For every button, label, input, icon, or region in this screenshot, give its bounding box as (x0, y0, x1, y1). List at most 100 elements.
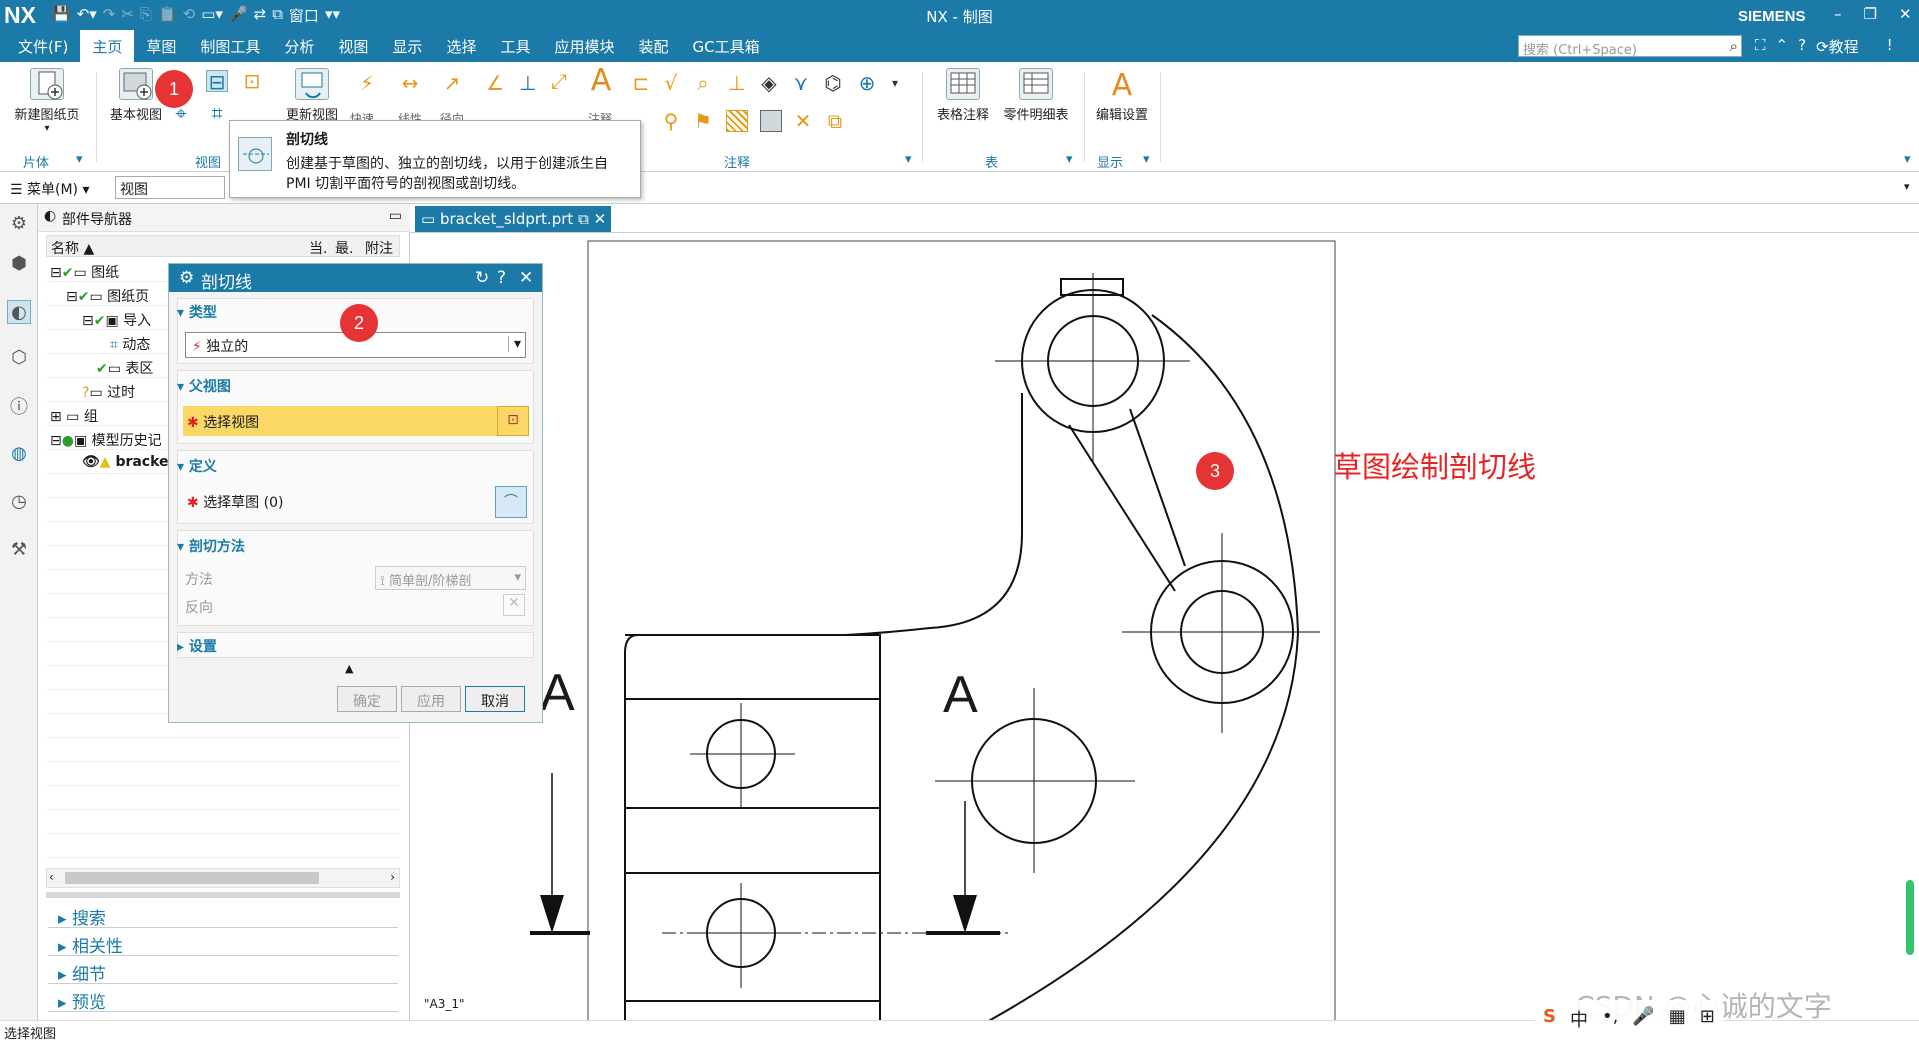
panel-dependencies[interactable]: ▸ 相关性 (48, 932, 398, 957)
minimize-icon[interactable]: – (1834, 5, 1842, 23)
column-latest[interactable]: 最. (335, 238, 353, 258)
select-view-row[interactable]: ✱ 选择视图 (183, 406, 499, 436)
ime-punctuation[interactable]: •, (1602, 1006, 1618, 1032)
crosshatch-icon[interactable] (726, 110, 748, 132)
history-icon[interactable]: ◷ (7, 490, 31, 514)
tools-icon[interactable]: ⚒ (7, 538, 31, 562)
tree-item-outdated[interactable]: ?▭ 过时 (82, 382, 135, 402)
definition-section-header[interactable]: ▾ 定义 (177, 456, 217, 476)
tree-item-imported[interactable]: ⊟✔▣ 导入 (82, 310, 151, 330)
leader-icon[interactable]: ⚲ (660, 110, 682, 132)
cut-icon[interactable]: ✂ (121, 5, 134, 26)
tree-item-model-history[interactable]: ⊟●▣ 模型历史记 (50, 430, 162, 450)
command-finder-icon[interactable]: ⇄ (254, 5, 267, 26)
save-icon[interactable]: 💾 (52, 5, 71, 26)
selection-bar-arrow[interactable]: ▾ (1904, 180, 1910, 193)
alert-icon[interactable]: ! (1887, 36, 1893, 57)
tree-item-table-region[interactable]: ✔▭ 表区 (96, 358, 153, 378)
apply-button[interactable]: 应用 (401, 686, 461, 712)
drawing-tab[interactable]: ▭ bracket_sldprt.prt ⧉ ✕ (415, 206, 611, 232)
close-icon[interactable]: ✕ (1899, 5, 1912, 23)
angular-dimension-icon[interactable]: ∠ (484, 72, 506, 94)
tree-item-group[interactable]: ⊞ ▭ 组 (50, 406, 98, 426)
touch-mode-icon[interactable]: ▭▾ (201, 5, 223, 26)
column-comment[interactable]: 附注 (365, 238, 393, 258)
type-section-header[interactable]: ▾ 类型 (177, 302, 217, 322)
table-group-arrow[interactable]: ▾ (1066, 152, 1073, 167)
new-sheet-button[interactable]: 新建图纸页 ▾ (10, 68, 84, 134)
search-input[interactable]: 搜索 (Ctrl+Space) ⌕ (1518, 35, 1742, 58)
menu-tab-9[interactable]: 应用模块 (542, 30, 626, 62)
column-name[interactable]: 名称 ▲ (51, 238, 94, 258)
menu-tab-2[interactable]: 草图 (134, 30, 188, 62)
undo-icon[interactable]: ↶▾ (77, 5, 97, 26)
datum-feature-icon[interactable]: ⌕ (692, 72, 714, 94)
feature-control-frame-icon[interactable]: ⊏ (630, 72, 652, 94)
ime-mic-icon[interactable]: 🎤 (1632, 1006, 1654, 1032)
assembly-navigator-icon[interactable]: ⬢ (7, 252, 31, 276)
center-mark-icon[interactable]: ⊕ (856, 72, 878, 94)
fullscreen-icon[interactable]: ⛶ (1755, 36, 1766, 57)
section-view-icon[interactable]: ⊡ (241, 70, 263, 92)
ime-logo-icon[interactable]: S (1543, 1006, 1556, 1032)
ime-grid-icon[interactable]: ⊞ (1700, 1006, 1715, 1032)
reset-icon[interactable]: ↻ (475, 268, 489, 288)
settings-section-header[interactable]: ▸ 设置 (177, 636, 217, 656)
scroll-left-icon[interactable]: ‹ (49, 870, 54, 884)
scroll-right-icon[interactable]: › (390, 870, 395, 884)
fill-icon[interactable]: ◈ (758, 72, 780, 94)
balloon-icon[interactable]: ⚑ (692, 110, 714, 132)
linear-dimension-icon[interactable]: ↔ (399, 72, 421, 94)
quick-dimension-icon[interactable]: ⚡ (356, 72, 378, 94)
cancel-button[interactable]: 取消 (465, 686, 525, 712)
ok-button[interactable]: 确定 (337, 686, 397, 712)
navigator-horizontal-scrollbar[interactable]: ‹ › (46, 868, 400, 888)
menu-tab-1[interactable]: 主页 (80, 30, 135, 62)
chamfer-dimension-icon[interactable]: ⊥ (517, 72, 539, 94)
sheet-group-arrow[interactable]: ▾ (76, 152, 83, 167)
tree-item-drawing[interactable]: ⊟✔▭ 图纸 (50, 262, 119, 282)
weld-symbol-icon[interactable]: ⋎ (790, 72, 812, 94)
window-menu-icon[interactable]: ⧉ (272, 5, 283, 26)
annotation-group-arrow[interactable]: ▾ (905, 152, 912, 167)
tree-item-dynamic[interactable]: ⌗ 动态 (110, 334, 150, 354)
menu-tab-3[interactable]: 制图工具 (188, 30, 272, 62)
radial-dimension-icon[interactable]: ↗ (441, 72, 463, 94)
parts-list-button[interactable]: 零件明细表 (1000, 68, 1072, 123)
redo-icon[interactable]: ↷ (103, 5, 116, 26)
image-icon[interactable] (760, 110, 782, 132)
table-label-icon[interactable]: ⧉ (824, 110, 846, 132)
menu-tab-6[interactable]: 显示 (380, 30, 434, 62)
panel-search[interactable]: ▸ 搜索 (48, 904, 398, 929)
copy-icon[interactable]: ⎘ (140, 5, 152, 26)
web-browser-icon[interactable]: ◍ (7, 442, 31, 466)
dialog-help-icon[interactable]: ? (497, 268, 506, 288)
settings-icon[interactable]: ⚙ (7, 212, 31, 236)
panel-details[interactable]: ▸ 细节 (48, 960, 398, 985)
select-sketch-row[interactable]: ✱ 选择草图 (0) (183, 486, 287, 518)
restore-icon[interactable]: ❐ (1864, 5, 1877, 23)
info-icon[interactable]: ⓘ (7, 396, 31, 420)
tab-close-icon[interactable]: ✕ (594, 210, 607, 228)
pane-splitter[interactable] (46, 892, 400, 898)
display-group-arrow[interactable]: ▾ (1143, 152, 1150, 167)
detail-view-icon[interactable]: ⌗ (206, 102, 228, 124)
menu-tab-8[interactable]: 工具 (488, 30, 542, 62)
section-line-tool-icon[interactable]: ⊟ (206, 70, 228, 93)
type-filter-select[interactable]: 视图 (115, 176, 225, 199)
ime-keyboard-icon[interactable]: ▦ (1669, 1006, 1686, 1032)
surface-finish-icon[interactable]: √ (660, 72, 682, 94)
menu-button[interactable]: ☰ 菜单(M) ▾ (10, 179, 90, 199)
maximize-icon[interactable]: ▭ (389, 208, 402, 224)
dialog-close-icon[interactable]: ✕ (519, 268, 533, 288)
dimension-more-icon[interactable]: ⤢ (548, 70, 570, 92)
cross-icon[interactable]: ✕ (792, 110, 814, 132)
section-method-header[interactable]: ▾ 剖切方法 (177, 536, 245, 556)
symbol-icon[interactable]: ⌬ (822, 72, 844, 94)
sketch-button[interactable]: ⌒ (495, 486, 527, 518)
menu-tab-11[interactable]: GC工具箱 (681, 30, 772, 62)
annotation-more-icon[interactable]: ▾ (884, 72, 906, 94)
menu-tab-0[interactable]: 文件(F) (0, 30, 80, 62)
tree-item-sheet[interactable]: ⊟✔▭ 图纸页 (66, 286, 149, 306)
paste-icon[interactable]: 📋 (158, 5, 177, 26)
